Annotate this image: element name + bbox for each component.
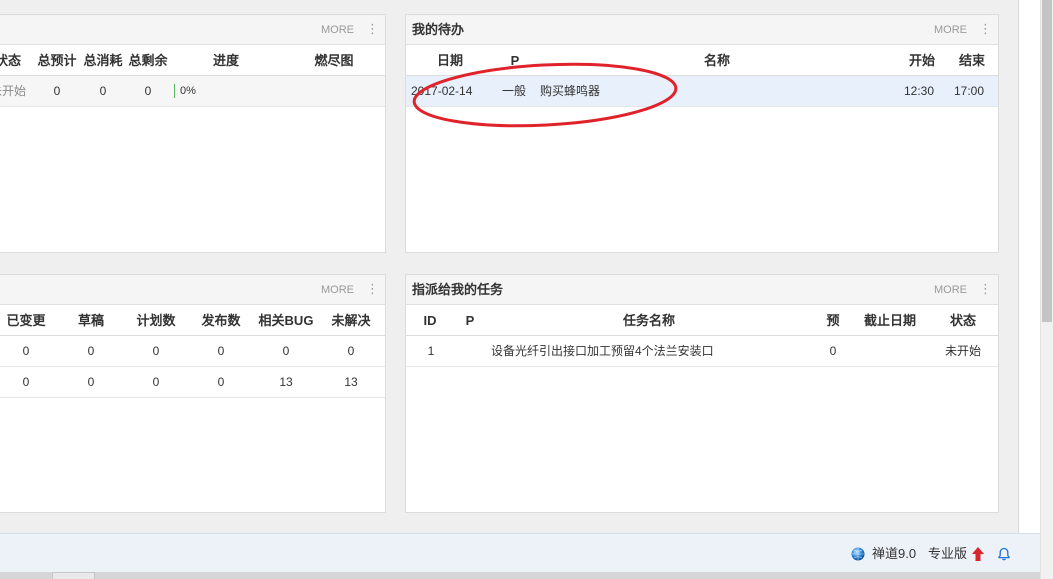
column-header-bugs[interactable]: 相关BUG [254, 305, 318, 336]
column-header-priority[interactable]: P [495, 45, 535, 76]
assigned-tasks-block: 指派给我的任务 MORE ⋮ ID P 任务名称 预 截止日期 状态 1 设备光… [405, 274, 999, 513]
vertical-scrollbar[interactable] [1040, 0, 1053, 579]
table-row[interactable]: 0 0 0 0 0 0 [0, 336, 385, 367]
cell-left: 0 [144, 84, 152, 98]
table-header: 状态 总预计 总消耗 总剩余 进度 燃尽图 [0, 45, 385, 76]
column-header-left[interactable]: 总剩余 [125, 45, 171, 76]
cell-status: 未开始 [0, 84, 26, 98]
column-header-progress: 进度 [212, 53, 239, 68]
column-header-burndown: 燃尽图 [314, 53, 354, 68]
cell-date: 2017-02-14 [411, 84, 473, 98]
todo-name-link[interactable]: 购买蜂鸣器 [540, 76, 840, 106]
more-link[interactable]: MORE [934, 15, 967, 45]
cell-estimate: 0 [829, 344, 837, 358]
block-title: 指派给我的任务 [412, 282, 504, 297]
product-block: MORE ⋮ 已变更 草稿 计划数 发布数 相关BUG 未解决 0 0 0 0 … [0, 274, 386, 513]
block-header: MORE ⋮ [0, 275, 385, 305]
table-header: 日期 P 名称 开始 结束 [406, 45, 998, 76]
cell-bugs: 0 [282, 344, 290, 358]
column-header-id[interactable]: ID [410, 305, 450, 336]
table-row[interactable]: 1 设备光纤引出接口加工预留4个法兰安装口 0 未开始 [406, 336, 998, 367]
column-header-date[interactable]: 日期 [410, 45, 490, 76]
column-header-estimate[interactable]: 预 [818, 305, 848, 336]
progress-bar [174, 84, 175, 98]
cell-status: 未开始 [944, 344, 981, 358]
cell-releases: 0 [217, 344, 225, 358]
column-header-estimate[interactable]: 总预计 [34, 45, 80, 76]
cell-draft: 0 [87, 375, 95, 389]
table-header: ID P 任务名称 预 截止日期 状态 [406, 305, 998, 336]
column-header-consumed[interactable]: 总消耗 [80, 45, 126, 76]
progress-indicator: 0% [174, 76, 196, 106]
column-header-end[interactable]: 结束 [947, 45, 997, 76]
cell-plans: 0 [152, 375, 160, 389]
cell-plans: 0 [152, 344, 160, 358]
bell-icon[interactable] [997, 547, 1011, 561]
cell-end: 17:00 [953, 84, 985, 98]
cell-changed: 0 [22, 375, 30, 389]
progress-text: 0% [180, 85, 196, 97]
column-header-draft[interactable]: 草稿 [59, 305, 123, 336]
more-vertical-icon[interactable]: ⋮ [979, 275, 992, 305]
column-header-begin[interactable]: 开始 [897, 45, 947, 76]
table-row[interactable]: 2017-02-14 一般 购买蜂鸣器 12:30 17:00 [406, 76, 998, 107]
column-header-unresolved[interactable]: 未解决 [319, 305, 383, 336]
column-header-releases[interactable]: 发布数 [189, 305, 253, 336]
footer-bar: 禅道9.0 专业版 [0, 533, 1040, 572]
right-gutter [1019, 0, 1040, 533]
version-link[interactable]: 禅道9.0 [872, 534, 916, 572]
column-header-changed[interactable]: 已变更 [0, 305, 58, 336]
table-row[interactable]: 0 0 0 0 13 13 [0, 367, 385, 398]
block-header: 我的待办 MORE ⋮ [406, 15, 998, 45]
more-vertical-icon[interactable]: ⋮ [979, 15, 992, 45]
horizontal-scrollbar[interactable] [0, 572, 1040, 579]
cell-id: 1 [427, 344, 435, 358]
cell-begin: 12:30 [903, 84, 935, 98]
column-header-deadline[interactable]: 截止日期 [855, 305, 925, 336]
more-link[interactable]: MORE [321, 15, 354, 45]
more-vertical-icon[interactable]: ⋮ [366, 275, 379, 305]
cell-changed: 0 [22, 344, 30, 358]
table-row[interactable]: 未开始 0 0 0 0% [0, 76, 385, 107]
cell-priority: 一般 [501, 84, 526, 98]
cell-unresolved: 0 [347, 344, 355, 358]
arrow-up-icon[interactable] [972, 547, 984, 561]
column-header-priority[interactable]: P [455, 305, 485, 336]
more-link[interactable]: MORE [934, 275, 967, 305]
more-link[interactable]: MORE [321, 275, 354, 305]
table-header: 已变更 草稿 计划数 发布数 相关BUG 未解决 [0, 305, 385, 336]
vertical-scrollbar-thumb[interactable] [1042, 0, 1052, 322]
column-header-task-name[interactable]: 任务名称 [549, 305, 749, 336]
column-header-name[interactable]: 名称 [617, 45, 817, 76]
cell-draft: 0 [87, 344, 95, 358]
block-header: MORE ⋮ [0, 15, 385, 45]
task-name-link[interactable]: 设备光纤引出接口加工预留4个法兰安装口 [491, 336, 811, 366]
more-vertical-icon[interactable]: ⋮ [366, 15, 379, 45]
column-header-plans[interactable]: 计划数 [124, 305, 188, 336]
cell-bugs: 13 [279, 375, 293, 389]
edition-link[interactable]: 专业版 [928, 534, 967, 572]
cell-consumed: 0 [99, 84, 107, 98]
globe-icon [851, 547, 865, 561]
cell-releases: 0 [217, 375, 225, 389]
cell-unresolved: 13 [344, 375, 358, 389]
column-header-status[interactable]: 状态 [0, 45, 35, 76]
block-title: 我的待办 [412, 22, 465, 37]
project-block: MORE ⋮ 状态 总预计 总消耗 总剩余 进度 燃尽图 未开始 0 0 0 0… [0, 14, 386, 253]
horizontal-scrollbar-thumb[interactable] [52, 572, 95, 579]
column-header-status[interactable]: 状态 [928, 305, 998, 336]
block-header: 指派给我的任务 MORE ⋮ [406, 275, 998, 305]
todo-block: 我的待办 MORE ⋮ 日期 P 名称 开始 结束 2017-02-14 一般 … [405, 14, 999, 253]
cell-estimate: 0 [53, 84, 61, 98]
